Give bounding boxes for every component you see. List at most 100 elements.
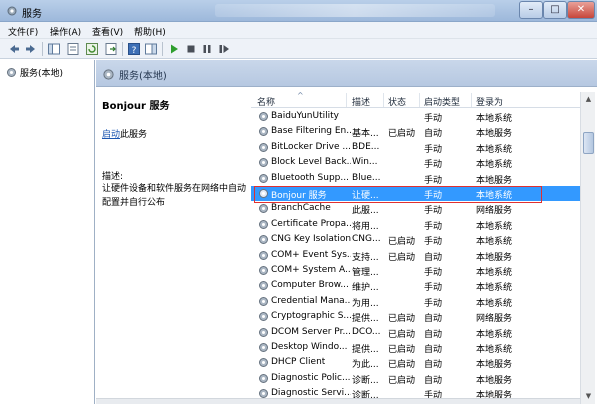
cell-name: BaiduYunUtility	[271, 111, 339, 121]
table-row[interactable]: Bluetooth Supp... Blue... 手动 本地服务	[251, 171, 581, 186]
column-header-description[interactable]: 描述	[352, 95, 370, 108]
table-row[interactable]: Cryptographic S... 提供... 已启动 自动 网络服务	[251, 309, 581, 324]
menu-bar: 文件(F) 操作(A) 查看(V) 帮助(H)	[0, 22, 597, 39]
table-row[interactable]: Credential Mana... 为用... 手动 本地系统	[251, 294, 581, 309]
service-gear-icon	[259, 312, 268, 322]
table-row[interactable]: Base Filtering En... 基本... 已启动 自动 本地服务	[251, 124, 581, 139]
table-row[interactable]: Desktop Windo... 提供... 已启动 自动 本地系统	[251, 340, 581, 355]
column-header-name[interactable]: 名称	[257, 95, 275, 108]
cell-description: 为此...	[352, 360, 379, 371]
cell-name: BranchCache	[271, 203, 331, 214]
table-row[interactable]: COM+ System A... 管理... 手动 本地系统	[251, 263, 581, 278]
export-list-icon[interactable]	[104, 42, 118, 56]
table-row[interactable]: BranchCache 此服... 手动 网络服务	[251, 201, 581, 216]
tree-node-label: 服务(本地)	[20, 69, 64, 79]
horizontal-scrollbar[interactable]	[96, 398, 580, 404]
service-gear-icon	[259, 343, 268, 352]
cell-startup-type: 手动	[424, 283, 443, 294]
service-gear-icon	[259, 281, 268, 291]
restart-service-icon[interactable]	[217, 42, 231, 56]
tree-node-services-local[interactable]: 服务(本地)	[6, 66, 63, 79]
cell-startup-type: 手动	[424, 175, 443, 186]
scroll-up-arrow[interactable]: ▲	[581, 92, 596, 107]
table-row[interactable]: Computer Brow... 维护... 手动 本地系统	[251, 278, 581, 293]
cell-startup-type: 手动	[424, 221, 443, 232]
close-button[interactable]: ✕	[567, 1, 595, 19]
table-row[interactable]: BaiduYunUtility 手动 本地系统	[251, 109, 581, 124]
cell-description: BDE...	[352, 141, 380, 152]
help-icon[interactable]: ?	[127, 42, 141, 56]
gear-icon	[7, 68, 16, 77]
column-header-status[interactable]: 状态	[388, 95, 406, 108]
start-link-suffix: 此服务	[120, 130, 148, 140]
refresh-icon[interactable]	[85, 42, 99, 56]
cell-status: 已启动	[388, 237, 416, 248]
scroll-down-arrow[interactable]: ▼	[581, 389, 596, 404]
table-row[interactable]: Diagnostic Polic... 诊断... 已启动 自动 本地服务	[251, 371, 581, 386]
maximize-button[interactable]: □	[543, 1, 567, 19]
cell-startup-type: 手动	[424, 160, 443, 171]
column-header-logon-as[interactable]: 登录为	[476, 95, 503, 108]
cell-name: COM+ Event Sys...	[271, 249, 351, 260]
cell-name: DCOM Server Pr...	[271, 326, 351, 337]
service-gear-icon	[259, 373, 268, 383]
stop-service-icon[interactable]	[184, 42, 198, 56]
description-label: 描述:	[102, 172, 124, 182]
cell-logon-as: 网络服务	[476, 206, 513, 217]
toolbar: ?	[0, 39, 597, 59]
cell-status: 已启动	[388, 314, 416, 325]
pause-service-icon[interactable]	[200, 42, 214, 56]
table-row[interactable]: DHCP Client 为此... 已启动 自动 本地服务	[251, 355, 581, 370]
service-gear-icon	[259, 204, 268, 214]
cell-status: 已启动	[388, 375, 416, 386]
properties-sheet-icon[interactable]	[66, 42, 80, 56]
column-header-startup-type[interactable]: 启动类型	[424, 95, 460, 108]
back-arrow-icon[interactable]	[7, 42, 21, 56]
table-row[interactable]: CNG Key Isolation CNG... 已启动 手动 本地系统	[251, 232, 581, 247]
table-row[interactable]: Certificate Propa... 将用... 手动 本地系统	[251, 217, 581, 232]
minimize-button[interactable]: –	[519, 1, 543, 19]
cell-logon-as: 本地系统	[476, 221, 513, 232]
cell-description: 诊断...	[352, 375, 379, 386]
start-service-link[interactable]: 启动	[102, 130, 120, 140]
cell-startup-type: 自动	[424, 360, 443, 371]
start-service-icon[interactable]	[167, 42, 181, 56]
table-row[interactable]: BitLocker Drive ... BDE... 手动 本地系统	[251, 140, 581, 155]
cell-startup-type: 手动	[424, 237, 443, 248]
cell-name: Credential Mana...	[271, 295, 351, 306]
cell-logon-as: 本地服务	[476, 252, 513, 263]
cell-description: 维护...	[352, 283, 379, 294]
cell-startup-type: 自动	[424, 375, 443, 386]
menu-file[interactable]: 文件(F)	[8, 25, 38, 38]
cell-name: Diagnostic Servi...	[271, 388, 351, 399]
table-row[interactable]: Block Level Back... Win... 手动 本地系统	[251, 155, 581, 170]
cell-description: CNG...	[352, 234, 381, 245]
services-gear-icon	[7, 6, 17, 16]
cell-logon-as: 网络服务	[476, 314, 513, 325]
menu-view[interactable]: 查看(V)	[92, 25, 123, 38]
cell-status: 已启动	[388, 129, 416, 140]
title-bar-blurred-area	[215, 4, 495, 17]
vertical-scrollbar[interactable]: ▲ ▼	[580, 92, 595, 404]
service-gear-icon	[259, 266, 268, 275]
table-row[interactable]: COM+ Event Sys... 支持... 已启动 自动 本地服务	[251, 248, 581, 263]
cell-status: 已启动	[388, 345, 416, 355]
console-tree-icon[interactable]	[47, 42, 61, 56]
show-hide-pane-icon[interactable]	[144, 42, 158, 56]
cell-startup-type: 手动	[424, 114, 443, 124]
selection-highlight-box	[254, 186, 542, 203]
service-gear-icon	[259, 173, 268, 183]
cell-logon-as: 本地系统	[476, 298, 513, 309]
cell-startup-type: 自动	[424, 329, 443, 340]
cell-startup-type: 手动	[424, 298, 443, 309]
forward-arrow-icon[interactable]	[24, 42, 38, 56]
cell-startup-type: 手动	[424, 144, 443, 155]
table-row[interactable]: DCOM Server Pr... DCO... 已启动 自动 本地系统	[251, 325, 581, 340]
menu-help[interactable]: 帮助(H)	[134, 25, 166, 38]
cell-name: Desktop Windo...	[271, 342, 348, 352]
cell-name: Base Filtering En...	[271, 126, 351, 137]
service-gear-icon	[259, 127, 268, 137]
service-description-pane: Bonjour 服务 启动此服务 描述: 让硬件设备和软件服务在网络中自动配置并…	[96, 87, 251, 404]
menu-action[interactable]: 操作(A)	[50, 25, 81, 38]
scroll-thumb[interactable]	[583, 132, 594, 154]
